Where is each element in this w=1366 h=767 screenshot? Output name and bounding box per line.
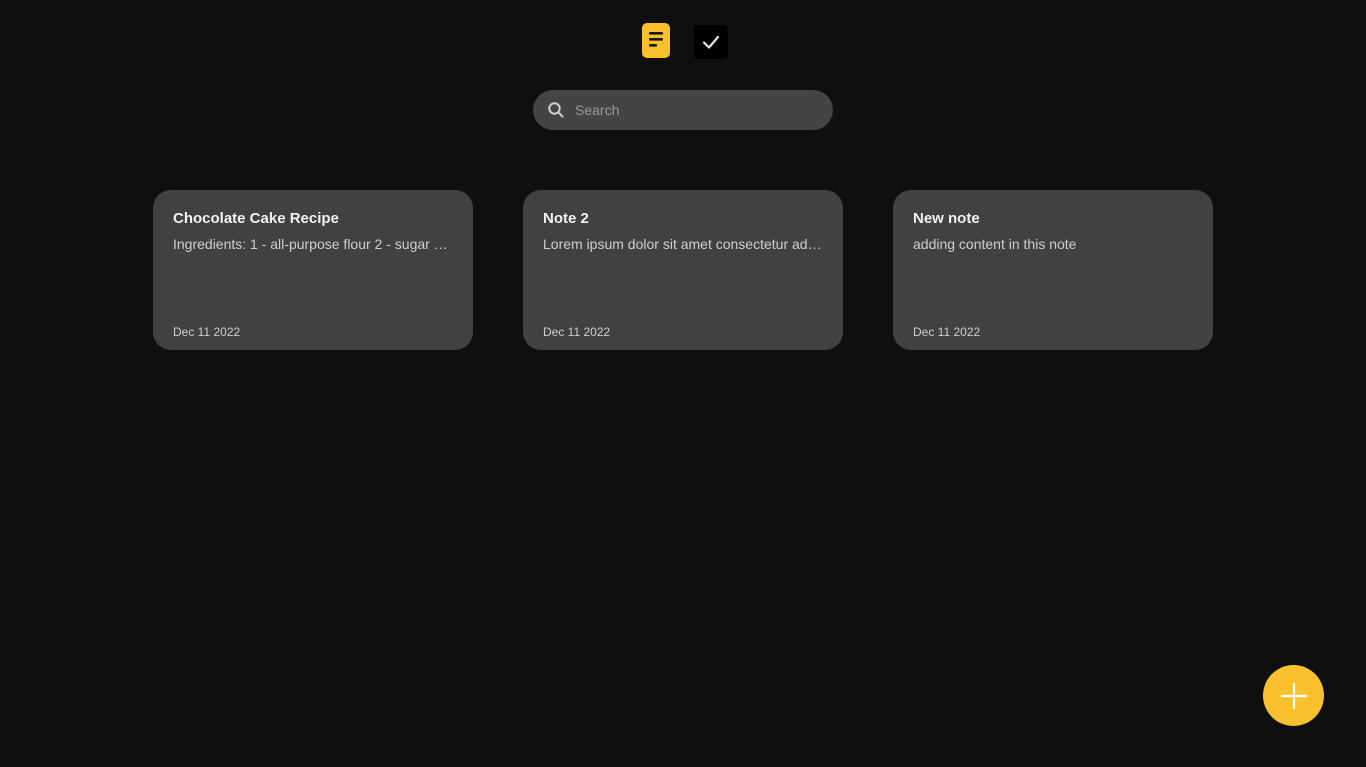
note-card[interactable]: New note adding content in this note Dec… — [893, 190, 1213, 350]
note-preview: Lorem ipsum dolor sit amet consectetur a… — [543, 236, 823, 252]
tab-tasks[interactable] — [694, 24, 728, 60]
note-card[interactable]: Chocolate Cake Recipe Ingredients: 1 - a… — [153, 190, 473, 350]
search-icon — [548, 102, 564, 118]
note-date: Dec 11 2022 — [913, 325, 981, 339]
tab-bar — [0, 22, 1366, 60]
note-title: Chocolate Cake Recipe — [173, 210, 339, 227]
tab-notes[interactable] — [639, 22, 673, 58]
checkmark-icon — [694, 25, 728, 59]
note-card[interactable]: Note 2 Lorem ipsum dolor sit amet consec… — [523, 190, 843, 350]
note-date: Dec 11 2022 — [543, 325, 611, 339]
plus-icon — [1280, 682, 1307, 709]
search-bar — [533, 90, 833, 130]
app-root: Chocolate Cake Recipe Ingredients: 1 - a… — [0, 0, 1366, 767]
note-preview: Ingredients: 1 - all-purpose flour 2 - s… — [173, 236, 453, 252]
add-note-button[interactable] — [1263, 665, 1324, 726]
note-title: New note — [913, 210, 980, 227]
notes-icon — [642, 22, 670, 58]
note-preview: adding content in this note — [913, 236, 1077, 252]
search-input[interactable] — [575, 90, 815, 130]
note-title: Note 2 — [543, 210, 589, 227]
note-date: Dec 11 2022 — [173, 325, 241, 339]
